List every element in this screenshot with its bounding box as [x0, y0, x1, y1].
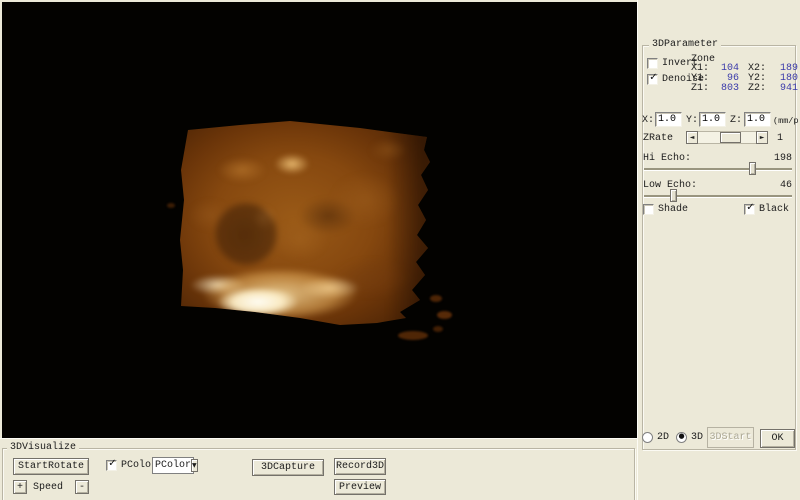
ok-button[interactable]: OK: [760, 429, 795, 448]
low-echo-value: 46: [780, 180, 792, 191]
shade-checkbox[interactable]: Shade: [643, 204, 688, 215]
echo-fragment: [430, 295, 442, 302]
zrate-scrollbar-track[interactable]: [698, 131, 756, 144]
preview-button[interactable]: Preview: [334, 479, 386, 495]
scale-y-input[interactable]: [699, 112, 726, 127]
scroll-right-icon[interactable]: ►: [756, 131, 768, 144]
scale-z-input[interactable]: [744, 112, 771, 127]
scale-x-input[interactable]: [655, 112, 682, 127]
radio-2d[interactable]: 2D: [642, 432, 669, 443]
scale-z-label: Z:: [730, 115, 742, 126]
speed-plus-button[interactable]: +: [13, 480, 27, 494]
zrate-scrollbar-thumb[interactable]: [720, 132, 741, 143]
scale-unit-label: (mm/p): [773, 116, 800, 126]
pcolor-dropdown-value: PColor: [153, 460, 191, 471]
capture3d-button[interactable]: 3DCapture: [252, 459, 324, 476]
pcolor-checkbox-box[interactable]: ✓: [106, 460, 117, 471]
zrate-label: ZRate: [643, 133, 673, 144]
echo-fragment: [398, 331, 428, 340]
start-rotate-button[interactable]: StartRotate: [13, 458, 89, 475]
scale-y-label: Y:: [686, 115, 698, 126]
scroll-left-icon[interactable]: ◄: [686, 131, 698, 144]
denoise-checkbox-box[interactable]: ✓: [647, 74, 658, 85]
render-viewport[interactable]: [2, 2, 637, 438]
zone-z2-label: Z2:: [748, 84, 770, 94]
shade-label: Shade: [658, 204, 688, 215]
pcolor-dropdown[interactable]: PColor ▼: [152, 457, 194, 474]
groupbox-title: 3DParameter: [649, 39, 721, 51]
zrate-scrollbar[interactable]: ◄ ►: [686, 131, 768, 144]
parameter-groupbox: 3DParameter Invert ✓ Denoise Zone X1: 10…: [642, 45, 796, 450]
parameter-panel: 3DParameter Invert ✓ Denoise Zone X1: 10…: [637, 0, 800, 500]
radio-2d-circle[interactable]: [642, 432, 653, 443]
low-echo-slider-thumb[interactable]: [670, 189, 677, 202]
ultrasound-volume: [180, 120, 432, 328]
echo-fragment: [437, 311, 452, 319]
invert-checkbox-box[interactable]: [647, 58, 658, 69]
record3d-button[interactable]: Record3D: [334, 458, 386, 475]
black-label: Black: [759, 204, 789, 215]
hi-echo-slider-track[interactable]: [644, 168, 792, 170]
hi-echo-slider-thumb[interactable]: [749, 162, 756, 175]
zone-z2-value: 941: [770, 84, 798, 94]
zrate-value: 1: [777, 133, 783, 144]
speed-minus-button[interactable]: -: [75, 480, 89, 494]
echo-fragment: [433, 326, 443, 332]
pcolor-checkbox[interactable]: ✓ PColor: [106, 460, 157, 471]
app-window: 3DParameter Invert ✓ Denoise Zone X1: 10…: [0, 0, 800, 500]
zone-z1-value: 803: [713, 84, 739, 94]
shade-checkbox-box[interactable]: [643, 204, 654, 215]
speed-label: Speed: [33, 482, 63, 493]
start3d-button[interactable]: 3DStart: [707, 427, 754, 448]
zone-z1-label: Z1:: [691, 84, 713, 94]
chevron-down-icon[interactable]: ▼: [191, 459, 198, 472]
echo-fragment: [167, 203, 175, 208]
radio-3d-label: 3D: [691, 432, 703, 443]
zone-values: X1: 104 X2: 189 Y1: 96 Y2: 180 Z1: 803 Z…: [691, 64, 798, 94]
ultrasound-texture: [180, 120, 432, 328]
low-echo-slider-track[interactable]: [644, 195, 792, 197]
scale-x-label: X:: [642, 115, 654, 126]
hi-echo-label: Hi Echo:: [643, 153, 691, 164]
groupbox-title: 3DVisualize: [7, 442, 79, 454]
radio-3d-circle[interactable]: ●: [676, 432, 687, 443]
radio-3d[interactable]: ● 3D: [676, 432, 703, 443]
visualize-groupbox: 3DVisualize StartRotate + Speed - ✓ PCol…: [2, 448, 635, 500]
visualize-panel: 3DVisualize StartRotate + Speed - ✓ PCol…: [0, 438, 637, 500]
black-checkbox[interactable]: ✓ Black: [744, 204, 789, 215]
black-checkbox-box[interactable]: ✓: [744, 204, 755, 215]
hi-echo-value: 198: [774, 153, 792, 164]
radio-2d-label: 2D: [657, 432, 669, 443]
